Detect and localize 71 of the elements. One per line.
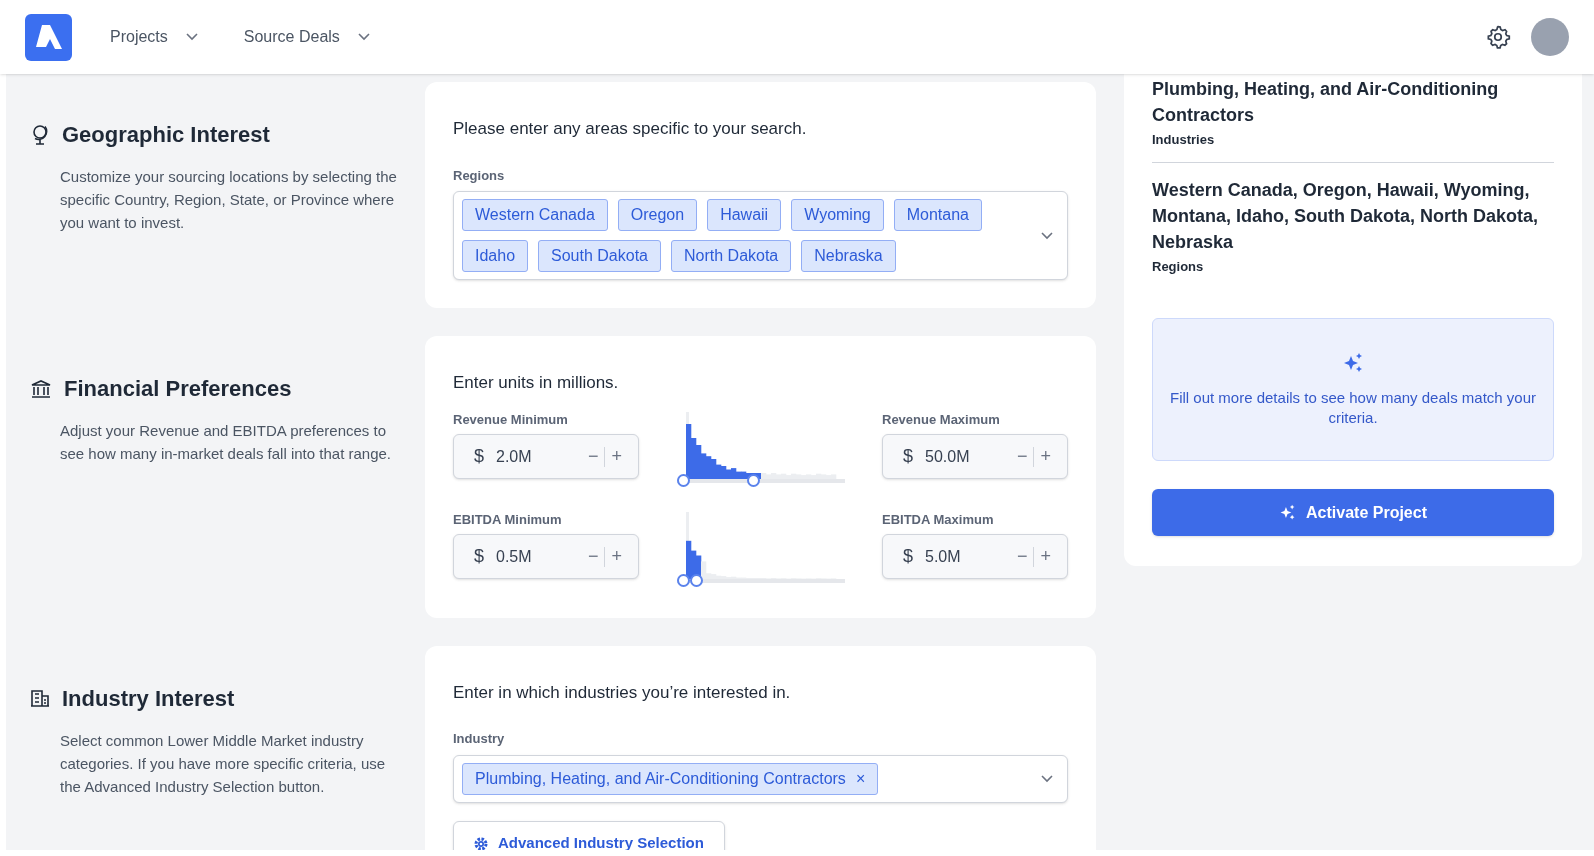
slider-thumb[interactable] xyxy=(676,573,690,587)
region-tag[interactable]: North Dakota xyxy=(671,240,792,272)
region-tag[interactable]: Hawaii xyxy=(707,199,782,231)
app-logo[interactable] xyxy=(25,13,72,61)
region-tag[interactable]: Nebraska xyxy=(801,240,896,272)
currency-symbol: $ xyxy=(474,545,484,568)
nav-menu[interactable]: Source Deals xyxy=(243,25,370,49)
user-avatar[interactable] xyxy=(1531,18,1569,56)
increment-button[interactable]: + xyxy=(605,443,628,470)
number-input[interactable]: $ 0.5M − + xyxy=(453,534,639,579)
input-value: 0.5M xyxy=(496,546,533,567)
info-text: Fill out more details to see how many deals match your criteria. xyxy=(1169,387,1537,428)
summary-label: Regions xyxy=(1152,257,1205,276)
building-icon xyxy=(30,688,50,708)
section-title: Financial Preferences xyxy=(64,375,292,403)
tag-select-field[interactable]: Plumbing, Heating, and Air-Conditioning Contractors × xyxy=(453,754,1068,803)
sparkle-icon xyxy=(1279,504,1297,521)
currency-symbol: $ xyxy=(903,545,913,568)
region-tag[interactable]: Oregon xyxy=(617,199,698,231)
region-tag[interactable]: South Dakota xyxy=(538,240,661,272)
chevron-down-icon[interactable] xyxy=(357,33,370,41)
card-prompt: Please enter any areas specific to your search. xyxy=(453,118,808,140)
bank-icon xyxy=(30,378,52,399)
section-description: Adjust your Revenue and EBITDA preferences to see how many in-market deals fall into that range. xyxy=(59,421,392,464)
industry-tag[interactable]: Plumbing, Heating, and Air-Conditioning Contractors × xyxy=(462,762,879,795)
region-tag[interactable]: Western Canada xyxy=(462,199,608,231)
card-prompt: Enter units in millions. xyxy=(453,372,620,394)
field-label: Revenue Maximum xyxy=(882,410,1001,429)
decrement-button[interactable]: − xyxy=(1010,443,1034,470)
summary-value: Western Canada, Oregon, Hawaii, Wyoming, Montana, Idaho, South Dakota, North Dakota, Nebraska xyxy=(1152,178,1539,254)
currency-symbol: $ xyxy=(903,445,913,468)
number-input[interactable]: $ 2.0M − + xyxy=(453,434,639,479)
section-description: Customize your sourcing locations by selecting the specific Country, Region, State, or Province where you want to invest. xyxy=(59,167,398,233)
nav-menu[interactable]: Projects xyxy=(110,25,198,49)
field-label: Revenue Minimum xyxy=(453,410,569,429)
chevron-down-icon[interactable] xyxy=(1041,231,1053,240)
sparkle-icon xyxy=(1342,351,1364,374)
input-value: 2.0M xyxy=(496,446,533,467)
remove-tag-button[interactable]: × xyxy=(855,766,866,791)
tag-select-field[interactable]: Western Canada Oregon Hawaii Wyoming Montana Idaho South Dakota North Dakota Nebraska xyxy=(453,191,1068,280)
chevron-down-icon[interactable] xyxy=(1041,774,1053,783)
section-description: Select common Lower Middle Market industry categories. If you have more specific criteria, use the Advanced Industry Selection button. xyxy=(59,730,387,797)
region-tag[interactable]: Idaho xyxy=(462,240,529,272)
field-label: Regions xyxy=(453,166,506,185)
summary-value: Plumbing, Heating, and Air-Conditioning Contractors xyxy=(1152,78,1500,127)
increment-button[interactable]: + xyxy=(1034,443,1057,470)
region-tag[interactable]: Wyoming xyxy=(791,199,884,231)
field-label: EBITDA Maximum xyxy=(882,510,995,529)
activate-project-button[interactable]: Activate Project xyxy=(1152,489,1554,536)
number-input[interactable]: $ 50.0M − + xyxy=(882,434,1068,479)
region-tag[interactable]: Montana xyxy=(893,199,982,231)
currency-symbol: $ xyxy=(474,445,484,468)
section-title: Industry Interest xyxy=(62,684,235,713)
increment-button[interactable]: + xyxy=(605,543,628,570)
card-prompt: Enter in which industries you’re interested in. xyxy=(453,681,792,704)
slider-thumb[interactable] xyxy=(676,473,690,487)
decrement-button[interactable]: − xyxy=(581,543,605,570)
increment-button[interactable]: + xyxy=(1034,543,1057,570)
section-title: Geographic Interest xyxy=(62,121,270,149)
settings-icon[interactable] xyxy=(1485,24,1511,50)
field-label: EBITDA Minimum xyxy=(453,510,563,529)
summary-label: Industries xyxy=(1152,131,1216,149)
field-label: Industry xyxy=(453,730,506,748)
decrement-button[interactable]: − xyxy=(1010,543,1034,570)
chevron-down-icon[interactable] xyxy=(185,33,198,41)
decrement-button[interactable]: − xyxy=(581,443,605,470)
input-value: 50.0M xyxy=(925,446,971,467)
globe-icon xyxy=(30,123,50,146)
number-input[interactable]: $ 5.0M − + xyxy=(882,534,1068,579)
gear-icon xyxy=(474,836,488,850)
input-value: 5.0M xyxy=(925,546,962,567)
